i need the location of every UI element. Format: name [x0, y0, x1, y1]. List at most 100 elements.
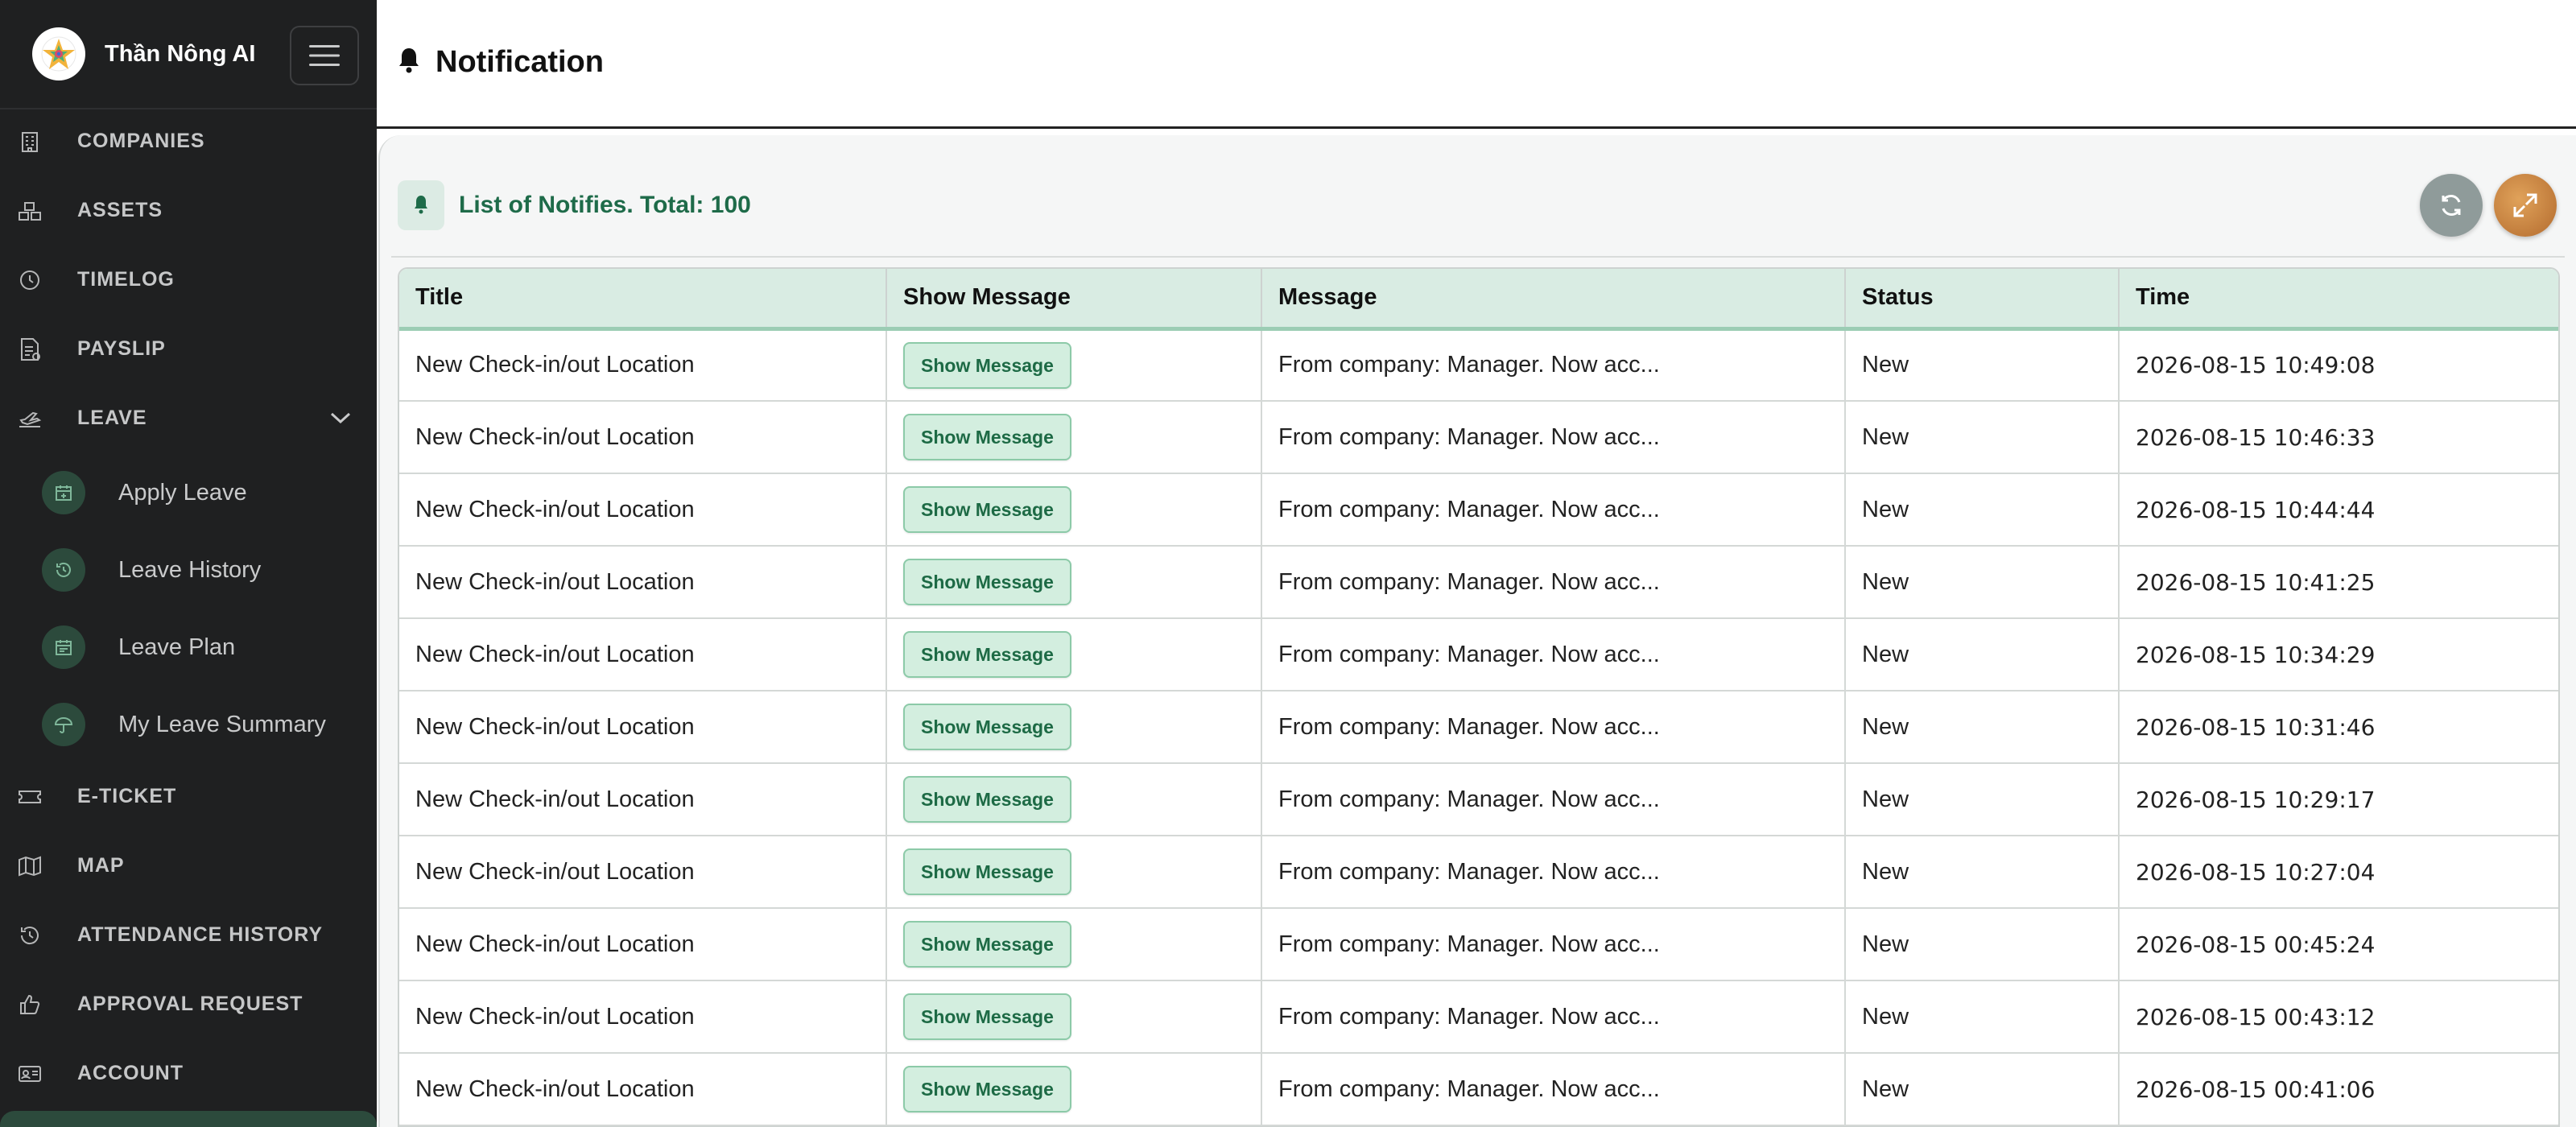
cell-show-message: Show Message	[886, 908, 1262, 981]
cell-status: New	[1845, 691, 2120, 764]
cell-time: 2026-08-15 10:41:25	[2119, 546, 2558, 619]
cell-message: From company: Manager. Now acc...	[1261, 908, 1846, 981]
sidebar-subitem-apply-leave[interactable]: Apply Leave	[0, 464, 377, 521]
table-row[interactable]: New Check-in/out Location Show Message Fro…	[399, 763, 2558, 836]
table-row[interactable]: New Check-in/out Location Show Message Fro…	[399, 1053, 2558, 1126]
sidebar-item-account[interactable]: ACCOUNT	[0, 1049, 377, 1097]
cell-message: From company: Manager. Now acc...	[1261, 836, 1846, 909]
sidebar-subitem-label: Leave Plan	[118, 634, 236, 660]
top-header: Notification	[377, 0, 2576, 129]
table-header-row: Title Show Message Message Status Time	[399, 269, 2558, 331]
sidebar-subitem-label: Leave History	[118, 556, 262, 583]
table-row[interactable]: New Check-in/out Location Show Message Fro…	[399, 980, 2558, 1054]
notifications-table: Title Show Message Message Status Time N…	[398, 267, 2560, 1127]
cell-message: From company: Manager. Now acc...	[1261, 618, 1846, 691]
cell-time: 2026-08-15 10:27:04	[2119, 836, 2558, 909]
cell-time: 2026-08-15 00:41:06	[2119, 1053, 2558, 1126]
cell-show-message: Show Message	[886, 328, 1262, 402]
show-message-button[interactable]: Show Message	[903, 414, 1071, 460]
sidebar-item-payslip[interactable]: PAYSLIP	[0, 324, 377, 373]
column-header-title[interactable]: Title	[399, 269, 887, 331]
sidebar-item-leave[interactable]: LEAVE	[0, 394, 377, 442]
cell-message: From company: Manager. Now acc...	[1261, 546, 1846, 619]
sidebar-item-attendance-history[interactable]: ATTENDANCE HISTORY	[0, 910, 377, 959]
expand-button[interactable]	[2494, 174, 2557, 237]
cell-show-message: Show Message	[886, 401, 1262, 474]
show-message-button[interactable]: Show Message	[903, 704, 1071, 750]
table-row[interactable]: New Check-in/out Location Show Message Fro…	[399, 691, 2558, 764]
sidebar-item-e-ticket[interactable]: E-TICKET	[0, 772, 377, 820]
id-card-icon	[18, 1062, 42, 1086]
column-header-message[interactable]: Message	[1261, 269, 1846, 331]
cell-message: From company: Manager. Now acc...	[1261, 980, 1846, 1054]
sidebar-item-assets[interactable]: ASSETS	[0, 186, 377, 234]
cell-time: 2026-08-15 10:44:44	[2119, 473, 2558, 547]
sidebar-item-label: COMPANIES	[77, 129, 205, 152]
cell-title: New Check-in/out Location	[399, 836, 887, 909]
cell-time: 2026-08-15 10:34:29	[2119, 618, 2558, 691]
thumbs-up-icon	[18, 993, 42, 1017]
sidebar-subitem-leave-history[interactable]: Leave History	[0, 542, 377, 598]
menu-toggle-button[interactable]	[290, 26, 359, 85]
show-message-button[interactable]: Show Message	[903, 921, 1071, 968]
cell-time: 2026-08-15 00:45:24	[2119, 908, 2558, 981]
sidebar-item-approval-request[interactable]: APPROVAL REQUEST	[0, 980, 377, 1028]
expand-icon	[2513, 193, 2537, 217]
sidebar-item-label: ACCOUNT	[77, 1061, 184, 1084]
notification-panel: List of Notifies. Total: 100 Title Show …	[378, 135, 2576, 1127]
umbrella-icon	[42, 703, 85, 746]
cell-show-message: Show Message	[886, 473, 1262, 547]
cell-show-message: Show Message	[886, 691, 1262, 764]
sidebar-item-label: E-TICKET	[77, 784, 177, 807]
table-row[interactable]: New Check-in/out Location Show Message Fro…	[399, 836, 2558, 909]
chevron-down-icon[interactable]	[328, 410, 353, 426]
table-row[interactable]: New Check-in/out Location Show Message Fro…	[399, 908, 2558, 981]
cell-title: New Check-in/out Location	[399, 473, 887, 547]
cell-time: 2026-08-15 10:49:08	[2119, 328, 2558, 402]
sidebar-item-companies[interactable]: COMPANIES	[0, 117, 377, 165]
brand-logo[interactable]	[32, 27, 85, 80]
sidebar-footer-tab[interactable]	[0, 1111, 377, 1127]
cell-show-message: Show Message	[886, 618, 1262, 691]
table-row[interactable]: New Check-in/out Location Show Message Fro…	[399, 328, 2558, 402]
sidebar-item-label: MAP	[77, 853, 125, 877]
cell-status: New	[1845, 908, 2120, 981]
table-row[interactable]: New Check-in/out Location Show Message Fro…	[399, 546, 2558, 619]
calendar-icon	[42, 625, 85, 669]
show-message-button[interactable]: Show Message	[903, 848, 1071, 895]
sidebar-item-map[interactable]: MAP	[0, 841, 377, 890]
bell-icon	[399, 48, 419, 73]
column-header-show-message[interactable]: Show Message	[886, 269, 1262, 331]
cell-status: New	[1845, 763, 2120, 836]
table-row[interactable]: New Check-in/out Location Show Message Fro…	[399, 473, 2558, 547]
sidebar-subitem-my-leave-summary[interactable]: My Leave Summary	[0, 696, 377, 753]
cell-message: From company: Manager. Now acc...	[1261, 691, 1846, 764]
show-message-button[interactable]: Show Message	[903, 341, 1071, 389]
cell-status: New	[1845, 980, 2120, 1054]
show-message-button[interactable]: Show Message	[903, 631, 1071, 678]
brand-name: Thần Nông AI	[105, 40, 256, 67]
table-row[interactable]: New Check-in/out Location Show Message Fro…	[399, 401, 2558, 474]
sidebar-item-timelog[interactable]: TIMELOG	[0, 255, 377, 303]
show-message-button[interactable]: Show Message	[903, 559, 1071, 605]
column-header-time[interactable]: Time	[2119, 269, 2558, 331]
cell-status: New	[1845, 546, 2120, 619]
cell-message: From company: Manager. Now acc...	[1261, 1053, 1846, 1126]
cell-title: New Check-in/out Location	[399, 908, 887, 981]
table-row[interactable]: New Check-in/out Location Show Message Fro…	[399, 618, 2558, 691]
cell-status: New	[1845, 618, 2120, 691]
cell-message: From company: Manager. Now acc...	[1261, 401, 1846, 474]
hamburger-icon	[309, 45, 340, 66]
show-message-button[interactable]: Show Message	[903, 993, 1071, 1040]
refresh-button[interactable]	[2420, 174, 2483, 237]
sidebar-item-label: APPROVAL REQUEST	[77, 992, 303, 1015]
sidebar-subitem-leave-plan[interactable]: Leave Plan	[0, 619, 377, 675]
show-message-button[interactable]: Show Message	[903, 486, 1071, 533]
column-header-status[interactable]: Status	[1845, 269, 2120, 331]
sidebar-item-label: PAYSLIP	[77, 336, 166, 360]
sidebar-item-label: ATTENDANCE HISTORY	[77, 923, 324, 946]
show-message-button[interactable]: Show Message	[903, 1066, 1071, 1113]
cell-show-message: Show Message	[886, 546, 1262, 619]
cell-show-message: Show Message	[886, 1053, 1262, 1126]
show-message-button[interactable]: Show Message	[903, 776, 1071, 823]
